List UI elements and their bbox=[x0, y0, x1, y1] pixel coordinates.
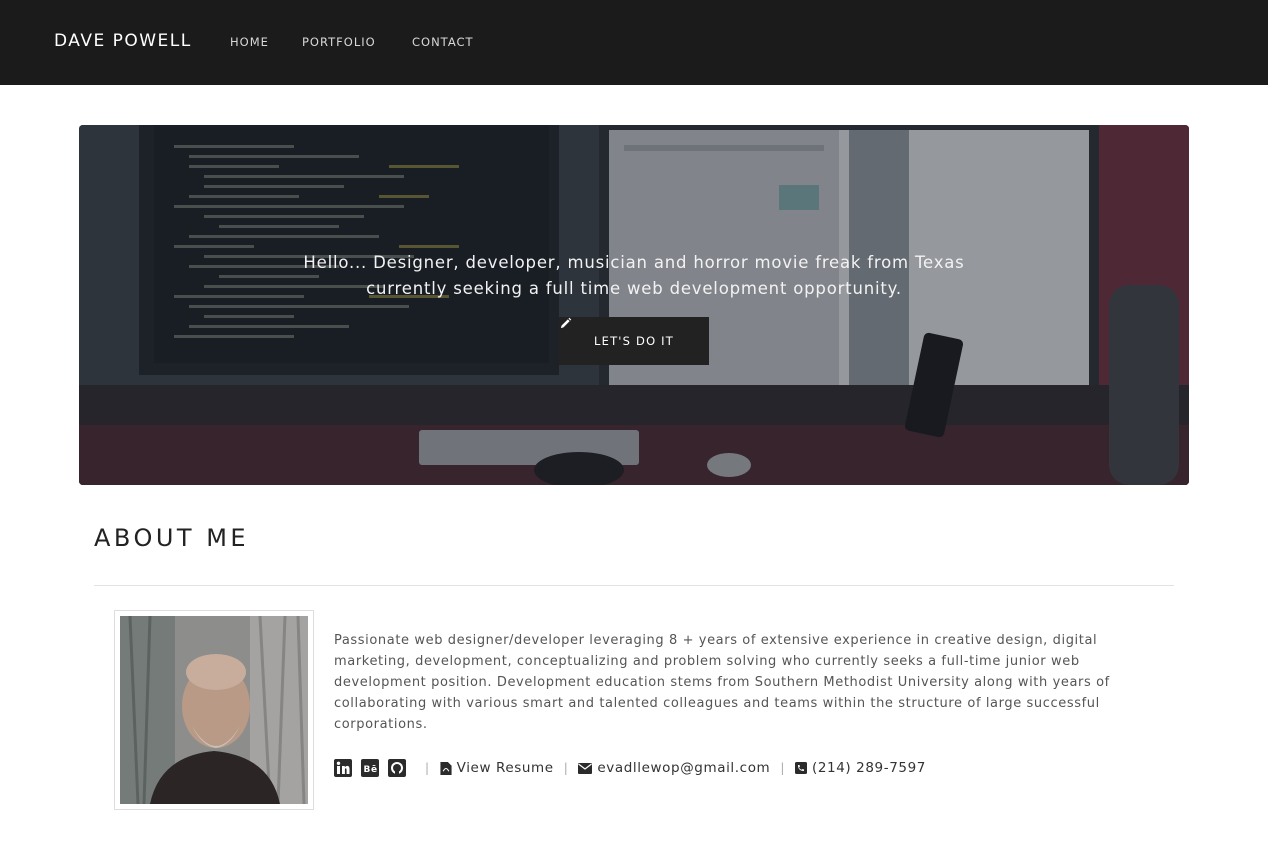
profile-photo bbox=[120, 616, 308, 804]
email-link[interactable]: evadllewop@gmail.com bbox=[578, 760, 770, 776]
separator: | bbox=[425, 761, 430, 775]
brand-logo[interactable]: DAVE POWELL bbox=[54, 31, 192, 51]
phone-icon bbox=[794, 762, 807, 774]
phone-number: (214) 289-7597 bbox=[811, 760, 926, 776]
hero-overlay bbox=[79, 125, 1189, 485]
envelope-icon bbox=[578, 762, 593, 774]
contact-links-row: Bē | View Resume | evadllewop@gmail.com … bbox=[334, 756, 1034, 780]
svg-text:Bē: Bē bbox=[364, 765, 378, 775]
linkedin-icon[interactable] bbox=[334, 759, 352, 777]
section-divider bbox=[94, 585, 1174, 586]
view-resume-link[interactable]: View Resume bbox=[440, 760, 554, 776]
nav-contact-link[interactable]: CONTACT bbox=[412, 35, 474, 49]
nav-home-link[interactable]: HOME bbox=[230, 35, 269, 49]
github-icon[interactable] bbox=[388, 759, 406, 777]
pencil-icon bbox=[560, 317, 572, 329]
email-address: evadllewop@gmail.com bbox=[597, 760, 771, 776]
hero-tagline: Hello... Designer, developer, musician a… bbox=[303, 253, 965, 298]
separator: | bbox=[780, 761, 785, 775]
navbar: DAVE POWELL HOME PORTFOLIO CONTACT bbox=[0, 0, 1268, 85]
view-resume-label: View Resume bbox=[456, 760, 554, 776]
phone-link[interactable]: (214) 289-7597 bbox=[794, 760, 926, 776]
nav-portfolio-link[interactable]: PORTFOLIO bbox=[302, 35, 376, 49]
behance-icon[interactable]: Bē bbox=[361, 759, 379, 777]
profile-photo-frame bbox=[114, 610, 314, 810]
lets-do-it-button[interactable]: LET'S DO IT bbox=[559, 317, 709, 365]
cta-label: LET'S DO IT bbox=[594, 334, 674, 348]
bio-paragraph: Passionate web designer/developer levera… bbox=[334, 633, 1110, 732]
pdf-file-icon bbox=[440, 761, 452, 775]
separator: | bbox=[563, 761, 569, 775]
hero-banner: Hello... Designer, developer, musician a… bbox=[79, 125, 1189, 485]
about-heading: ABOUT ME bbox=[94, 524, 250, 552]
